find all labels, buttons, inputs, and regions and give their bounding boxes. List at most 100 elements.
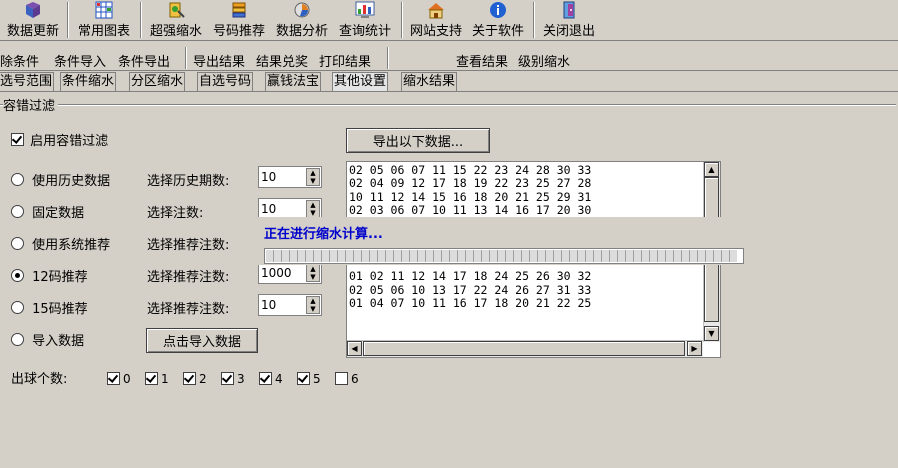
- toolbar-label: 网站支持: [409, 24, 462, 39]
- toolbar-analysis-button[interactable]: 数据分析: [272, 0, 332, 40]
- ball-count-1-checkbox[interactable]: 1: [145, 371, 169, 386]
- tab-bar: 选号范围 条件缩水 分区缩水 自选号码 赢钱法宝 其他设置 缩水结果: [0, 72, 898, 91]
- toolbar-about-button[interactable]: 关于软件: [468, 0, 528, 40]
- checkbox-box[interactable]: [335, 372, 348, 385]
- checkbox-box[interactable]: [107, 372, 120, 385]
- toolbar-stats-button[interactable]: 查询统计: [335, 0, 395, 40]
- tab-shrink-results[interactable]: 缩水结果: [401, 72, 458, 91]
- tab-winning-tools[interactable]: 赢钱法宝: [265, 72, 322, 91]
- tab-divider: [0, 91, 898, 92]
- radio-button[interactable]: [11, 173, 24, 186]
- toolbar-charts-button[interactable]: 常用图表: [73, 0, 135, 40]
- history-periods-input[interactable]: [261, 168, 301, 186]
- ball-count-3-checkbox[interactable]: 3: [221, 371, 245, 386]
- toolbar-separator: [185, 47, 187, 69]
- option-label: 使用历史数据: [32, 174, 111, 189]
- progress-message: 正在进行缩水计算...: [264, 227, 383, 242]
- toolbar-separator: [67, 2, 69, 38]
- toolbar-label: 常用图表: [77, 24, 130, 39]
- checkbox-box[interactable]: [297, 372, 310, 385]
- history-periods-spinner[interactable]: ▲▼: [258, 166, 322, 188]
- tab-zone-shrink[interactable]: 分区缩水: [129, 72, 186, 91]
- tab-condition-shrink[interactable]: 条件缩水: [60, 72, 117, 91]
- scroll-up-icon[interactable]: ▲: [704, 162, 719, 177]
- 12-code-count-input[interactable]: [261, 264, 301, 282]
- view-results-button[interactable]: 查看结果: [456, 51, 508, 70]
- option-12-code-recommend[interactable]: 12码推荐: [11, 266, 88, 285]
- progress-bar-fill: [266, 250, 738, 262]
- checkbox-box[interactable]: [259, 372, 272, 385]
- export-data-button[interactable]: 导出以下数据...: [346, 128, 490, 153]
- group-title: 容错过滤: [3, 95, 59, 114]
- spinner-arrows-icon[interactable]: ▲ ▼: [306, 168, 320, 186]
- scroll-left-icon[interactable]: ◀: [347, 341, 362, 356]
- toolbar-separator: [533, 2, 535, 38]
- chart-grid-icon: [95, 1, 113, 19]
- spinner-arrows-icon[interactable]: ▲ ▼: [306, 264, 320, 282]
- bet-count-input[interactable]: [261, 200, 301, 218]
- toolbar-data-update-button[interactable]: 数据更新: [3, 0, 63, 40]
- ball-count-value: 5: [313, 371, 321, 386]
- toolbar-recommend-button[interactable]: 号码推荐: [208, 0, 270, 40]
- checkbox-box[interactable]: [183, 372, 196, 385]
- toolbar-label: 号码推荐: [212, 24, 265, 39]
- ball-count-2-checkbox[interactable]: 2: [183, 371, 207, 386]
- toolbar-label: 数据分析: [275, 24, 328, 39]
- tab-other-settings[interactable]: 其他设置: [332, 72, 389, 91]
- checkbox-box[interactable]: [221, 372, 234, 385]
- redeem-results-button[interactable]: 结果兑奖: [256, 51, 308, 70]
- history-periods-label: 选择历史期数:: [147, 174, 230, 189]
- 15-code-count-input[interactable]: [261, 296, 301, 314]
- toolbar-label: 关于软件: [471, 24, 524, 39]
- checkbox-box[interactable]: [11, 133, 24, 146]
- analysis-icon: [294, 2, 310, 18]
- toolbar-website-button[interactable]: 网站支持: [406, 0, 466, 40]
- horizontal-scroll-thumb[interactable]: [363, 341, 685, 356]
- toolbar-label: 关闭退出: [542, 24, 595, 39]
- enable-filter-checkbox[interactable]: 启用容错过滤: [11, 130, 108, 149]
- tab-custom-numbers[interactable]: 自选号码: [197, 72, 254, 91]
- print-results-button[interactable]: 打印结果: [319, 51, 371, 70]
- ball-count-6-checkbox[interactable]: 6: [335, 371, 359, 386]
- ball-count-label: 出球个数:: [11, 372, 68, 387]
- toolbar-label: 数据更新: [6, 24, 59, 39]
- 15-code-count-spinner[interactable]: ▲▼: [258, 294, 322, 316]
- toolbar-shrink-button[interactable]: 超强缩水: [146, 0, 206, 40]
- option-import-data[interactable]: 导入数据: [11, 330, 84, 349]
- exit-icon: [563, 1, 575, 19]
- 12-code-count-spinner[interactable]: ▲▼: [258, 262, 322, 284]
- 12-code-count-label: 选择推荐注数:: [147, 270, 230, 285]
- spinner-arrows-icon[interactable]: ▲ ▼: [306, 200, 320, 218]
- radio-button[interactable]: [11, 269, 24, 282]
- export-conditions-button[interactable]: 条件导出: [118, 51, 170, 70]
- option-label: 固定数据: [32, 206, 85, 221]
- radio-button[interactable]: [11, 333, 24, 346]
- export-results-button[interactable]: 导出结果: [193, 51, 245, 70]
- import-conditions-button[interactable]: 条件导入: [54, 51, 106, 70]
- level-shrink-button[interactable]: 级别缩水: [518, 51, 570, 70]
- option-system-recommend[interactable]: 使用系统推荐: [11, 234, 110, 253]
- progress-bar: [264, 248, 744, 264]
- toolbar-exit-button[interactable]: 关闭退出: [539, 0, 599, 40]
- ball-count-5-checkbox[interactable]: 5: [297, 371, 321, 386]
- book-icon: [26, 2, 40, 18]
- option-15-code-recommend[interactable]: 15码推荐: [11, 298, 88, 317]
- spinner-arrows-icon[interactable]: ▲ ▼: [306, 296, 320, 314]
- scroll-right-icon[interactable]: ▶: [687, 341, 702, 356]
- tab-number-range[interactable]: 选号范围: [0, 72, 55, 91]
- toolbar-separator: [401, 2, 403, 38]
- ball-count-0-checkbox[interactable]: 0: [107, 371, 131, 386]
- option-history-data[interactable]: 使用历史数据: [11, 170, 110, 189]
- radio-button[interactable]: [11, 301, 24, 314]
- ball-count-4-checkbox[interactable]: 4: [259, 371, 283, 386]
- scroll-down-icon[interactable]: ▼: [704, 326, 719, 341]
- progress-dialog: 正在进行缩水计算...: [256, 217, 746, 265]
- import-data-button[interactable]: 点击导入数据: [146, 328, 258, 353]
- delete-conditions-button[interactable]: 除条件: [0, 51, 39, 70]
- checkbox-box[interactable]: [145, 372, 158, 385]
- ball-count-value: 2: [199, 371, 207, 386]
- option-fixed-data[interactable]: 固定数据: [11, 202, 84, 221]
- radio-button[interactable]: [11, 205, 24, 218]
- horizontal-scrollbar[interactable]: ◀ ▶: [347, 340, 703, 357]
- radio-button[interactable]: [11, 237, 24, 250]
